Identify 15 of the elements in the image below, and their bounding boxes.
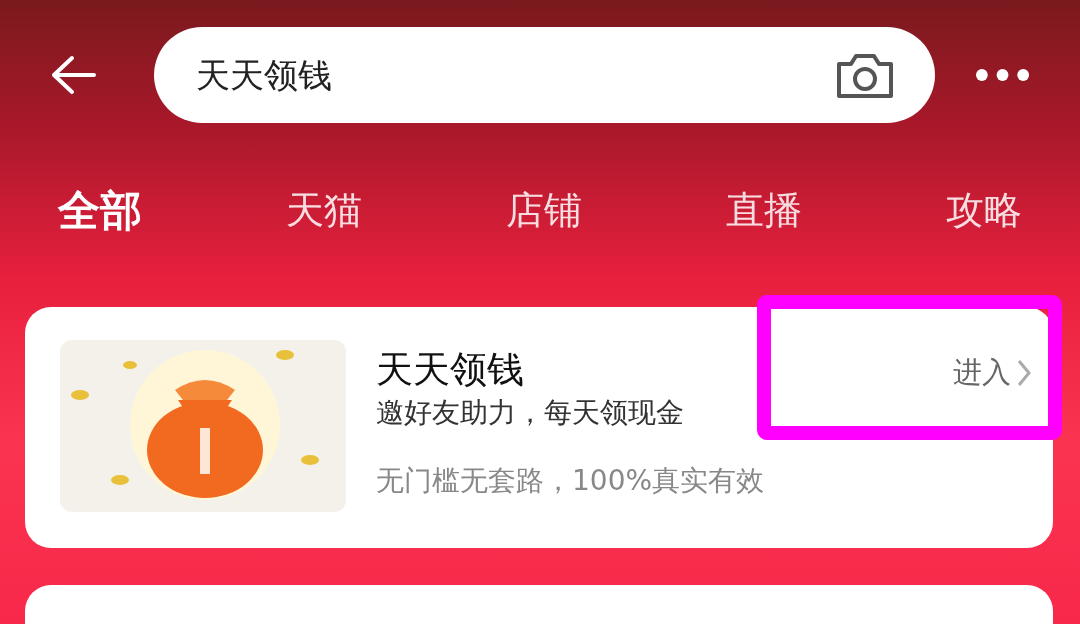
category-tab[interactable]: 直播 xyxy=(726,181,802,239)
back-icon[interactable] xyxy=(50,55,96,95)
result-title: 天天领钱 xyxy=(376,347,525,393)
category-tab[interactable]: 全部 xyxy=(58,178,142,242)
more-icon[interactable] xyxy=(974,68,1030,82)
result-card[interactable]: 天天领钱 邀好友助力，每天领现金 无门槛无套路，100%真实有效 进入 xyxy=(25,307,1053,548)
search-field[interactable]: 天天领钱 xyxy=(196,49,835,101)
search-bar[interactable]: 天天领钱 xyxy=(154,27,935,123)
result-note: 无门槛无套路，100%真实有效 xyxy=(376,463,765,499)
category-tab[interactable]: 天猫 xyxy=(286,181,362,239)
result-subtitle: 邀好友助力，每天领现金 xyxy=(376,395,685,431)
category-tab[interactable]: 店铺 xyxy=(506,181,582,239)
chevron-right-icon xyxy=(1017,358,1031,387)
category-tab[interactable]: 攻略 xyxy=(946,181,1022,239)
enter-link[interactable]: 进入 xyxy=(953,351,1031,395)
